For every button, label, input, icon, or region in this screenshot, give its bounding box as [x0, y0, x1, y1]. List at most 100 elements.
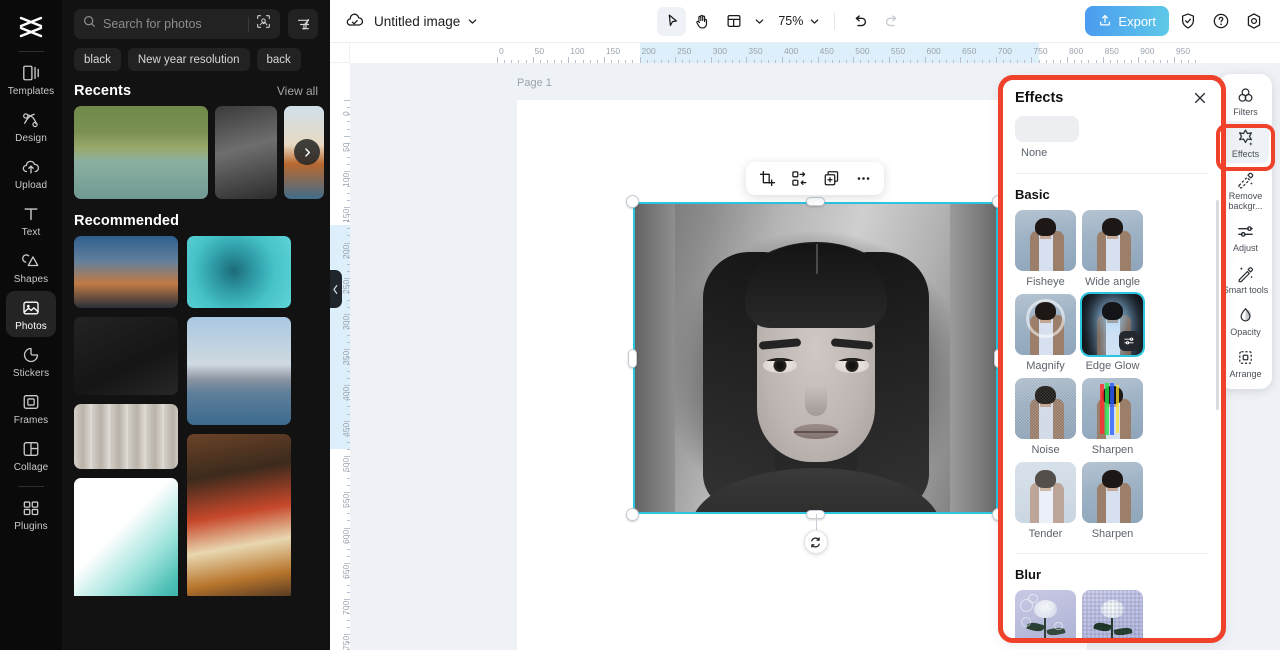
tool-remove-backgr[interactable]: Remove backgr... — [1222, 163, 1269, 215]
replace-button[interactable] — [784, 165, 814, 193]
effect-thumbnail[interactable] — [1015, 590, 1076, 638]
object-tools-toolbar: FiltersEffectsRemove backgr...AdjustSmar… — [1219, 74, 1272, 389]
tool-smart-tools[interactable]: Smart tools — [1222, 257, 1269, 299]
effect-item-tender[interactable]: Tender — [1015, 462, 1076, 540]
list-item[interactable] — [187, 236, 291, 308]
settings-gear-icon[interactable] — [1239, 7, 1268, 36]
duplicate-button[interactable] — [816, 165, 846, 193]
horizontal-ruler[interactable]: 0501001502002503003504004505005506006507… — [350, 43, 1280, 63]
ruler-tick — [661, 60, 662, 64]
list-item[interactable] — [215, 106, 277, 199]
undo-icon[interactable] — [846, 7, 875, 36]
ruler-label: 850 — [1105, 46, 1119, 56]
list-item[interactable] — [74, 478, 178, 596]
list-item[interactable] — [74, 404, 178, 469]
export-button[interactable]: Export — [1085, 6, 1169, 36]
effect-item-sharpen[interactable]: Sharpen — [1082, 378, 1143, 456]
layout-chevron-down-icon[interactable] — [750, 7, 768, 36]
resize-handle-tl[interactable] — [626, 195, 639, 208]
effect-none-item[interactable]: None — [1015, 116, 1079, 159]
toolbar-divider — [834, 13, 835, 30]
effect-thumbnail[interactable] — [1015, 378, 1076, 439]
effect-item-sharpen[interactable]: Sharpen — [1082, 462, 1143, 540]
sidebar-item-shapes[interactable]: Shapes — [6, 244, 56, 290]
resize-handle-right[interactable] — [994, 349, 1003, 368]
effect-item-low-quality[interactable]: Low Quality — [1082, 590, 1143, 638]
templates-icon — [20, 63, 42, 83]
list-item[interactable] — [74, 236, 178, 308]
filter-icon[interactable] — [288, 9, 318, 39]
effect-thumbnail[interactable] — [1015, 462, 1076, 523]
sidebar-item-templates[interactable]: Templates — [6, 56, 56, 102]
rotate-icon[interactable] — [804, 530, 828, 554]
chevron-right-icon[interactable] — [294, 139, 320, 165]
effect-item-magnify[interactable]: Magnify — [1015, 294, 1076, 372]
sidebar-item-frames[interactable]: Frames — [6, 385, 56, 431]
tool-effects[interactable]: Effects — [1222, 121, 1269, 163]
shield-check-icon[interactable] — [1173, 7, 1202, 36]
crop-button[interactable] — [752, 165, 782, 193]
effect-thumbnail[interactable] — [1082, 378, 1143, 439]
image-search-icon[interactable] — [256, 14, 271, 34]
list-item[interactable] — [74, 317, 178, 395]
effect-none-swatch[interactable] — [1015, 116, 1079, 142]
search-tag[interactable]: black — [74, 48, 121, 71]
tool-filters[interactable]: Filters — [1222, 79, 1269, 121]
list-item[interactable] — [187, 434, 291, 596]
sidebar-item-upload[interactable]: Upload — [6, 150, 56, 196]
capcut-logo-icon[interactable] — [11, 10, 51, 44]
search-tag[interactable]: back — [257, 48, 301, 71]
effect-item-wide-angle[interactable]: Wide angle — [1082, 210, 1143, 288]
hand-tool[interactable] — [688, 7, 717, 36]
resize-handle-left[interactable] — [628, 349, 637, 368]
effect-thumbnail[interactable] — [1082, 294, 1143, 355]
search-input[interactable]: Search for photos — [74, 9, 280, 39]
tool-adjust[interactable]: Adjust — [1222, 215, 1269, 257]
sidebar-item-plugins[interactable]: Plugins — [6, 491, 56, 537]
recents-view-all-link[interactable]: View all — [277, 84, 318, 98]
effect-thumbnail[interactable] — [1015, 294, 1076, 355]
resize-handle-top[interactable] — [806, 197, 825, 206]
adjust-sliders-icon[interactable] — [1119, 331, 1139, 351]
ruler-tick — [347, 107, 351, 108]
ruler-tick — [754, 60, 755, 64]
effect-thumbnail[interactable] — [1082, 462, 1143, 523]
sidebar-item-collage[interactable]: Collage — [6, 432, 56, 478]
select-tool[interactable] — [657, 7, 686, 36]
close-icon[interactable] — [1191, 89, 1209, 107]
zoom-level-value[interactable]: 75% — [778, 14, 803, 28]
sidebar-item-photos[interactable]: Photos — [6, 291, 56, 337]
effect-thumbnail[interactable] — [1015, 210, 1076, 271]
tool-opacity[interactable]: Opacity — [1222, 299, 1269, 341]
resize-handle-bl[interactable] — [626, 508, 639, 521]
tool-arrange[interactable]: Arrange — [1222, 341, 1269, 383]
ruler-tick — [1024, 60, 1025, 64]
effect-item-bubble[interactable]: Bubble — [1015, 590, 1076, 638]
effect-thumbnail[interactable] — [1082, 210, 1143, 271]
redo-icon[interactable] — [877, 7, 906, 36]
ruler-tick — [1060, 60, 1061, 64]
list-item[interactable] — [187, 317, 291, 425]
selected-image-object[interactable] — [633, 202, 998, 514]
document-title[interactable]: Untitled image — [374, 14, 460, 29]
vertical-ruler[interactable]: 0501001502002503003504004505005506006507… — [330, 43, 350, 650]
effect-thumbnail[interactable] — [1082, 590, 1143, 638]
help-circle-icon[interactable] — [1206, 7, 1235, 36]
list-item[interactable] — [74, 106, 208, 199]
ruler-tick — [746, 57, 747, 63]
portrait-image[interactable] — [633, 202, 998, 514]
effects-scrollbar[interactable] — [1216, 200, 1219, 410]
sidebar-item-stickers[interactable]: Stickers — [6, 338, 56, 384]
more-horizontal-icon[interactable] — [848, 165, 878, 193]
search-tag[interactable]: New year resolution — [128, 48, 250, 71]
chevron-down-icon[interactable] — [467, 16, 478, 27]
collapse-left-icon[interactable] — [330, 270, 342, 308]
effects-panel-body[interactable]: None BasicFisheyeWide angleMagnifyEdge G… — [1003, 108, 1221, 638]
sidebar-item-design[interactable]: Design — [6, 103, 56, 149]
zoom-chevron-down-icon[interactable] — [805, 7, 823, 36]
sidebar-item-text[interactable]: Text — [6, 197, 56, 243]
layout-tool[interactable] — [719, 7, 748, 36]
effect-item-noise[interactable]: Noise — [1015, 378, 1076, 456]
effect-item-fisheye[interactable]: Fisheye — [1015, 210, 1076, 288]
effect-item-edge-glow[interactable]: Edge Glow — [1082, 294, 1143, 372]
